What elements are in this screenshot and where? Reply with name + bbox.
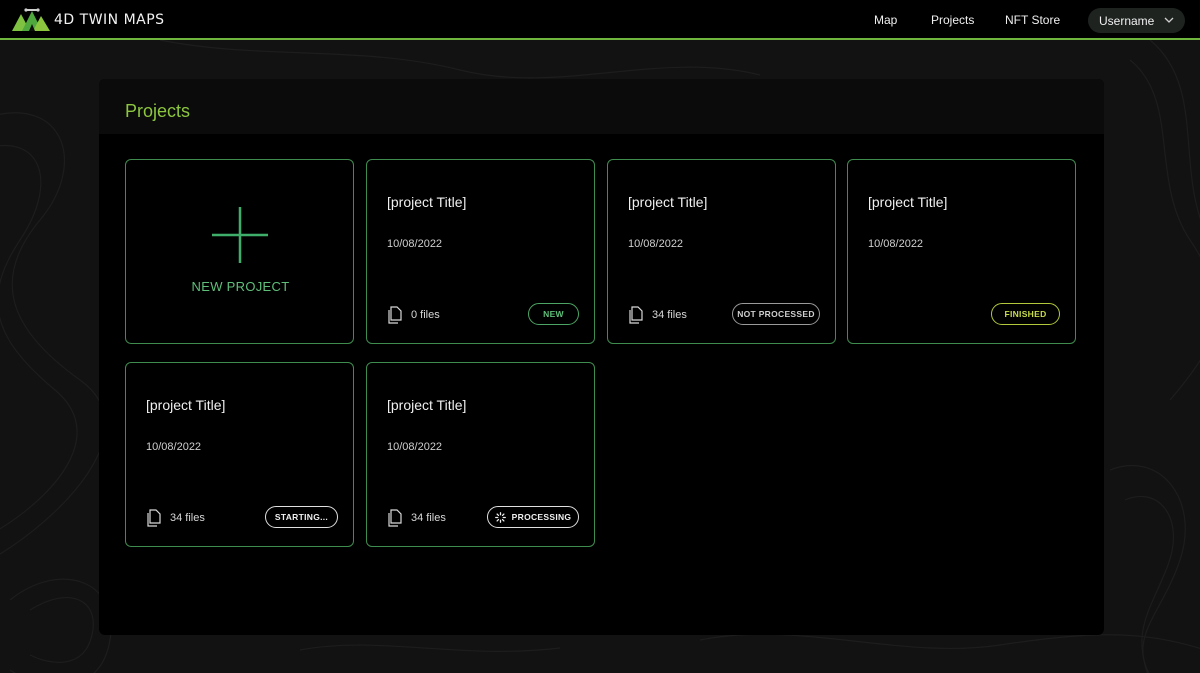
panel-header: Projects [99, 79, 1104, 134]
status-badge: NOT PROCESSED [732, 303, 820, 325]
file-count: 34 files [170, 512, 205, 524]
chevron-down-icon [1164, 17, 1174, 23]
project-title: [project Title] [387, 194, 467, 210]
username-label: Username [1099, 13, 1155, 28]
file-icon [388, 306, 402, 324]
nav-map[interactable]: Map [874, 0, 897, 40]
project-title: [project Title] [387, 397, 467, 413]
user-menu-button[interactable]: Username [1088, 8, 1185, 33]
file-icon [629, 306, 643, 324]
status-badge: FINISHED [991, 303, 1060, 325]
file-icon [388, 509, 402, 527]
nav-projects[interactable]: Projects [931, 0, 974, 40]
project-title: [project Title] [868, 194, 948, 210]
project-card[interactable]: [project Title] 10/08/2022 34 files NOT … [607, 159, 836, 344]
project-files: 34 files [628, 306, 687, 324]
project-date: 10/08/2022 [387, 238, 443, 250]
file-count: 0 files [411, 309, 440, 321]
project-title: [project Title] [146, 397, 226, 413]
project-files: 34 files [387, 509, 446, 527]
project-card[interactable]: [project Title] 10/08/2022 0 files NEW [366, 159, 595, 344]
file-count: 34 files [652, 309, 687, 321]
project-date: 10/08/2022 [387, 441, 443, 453]
new-project-label: NEW PROJECT [191, 279, 290, 294]
project-title: [project Title] [628, 194, 708, 210]
project-date: 10/08/2022 [146, 441, 202, 453]
page-title: Projects [125, 101, 191, 121]
nav-nft-store[interactable]: NFT Store [1005, 0, 1060, 40]
new-project-card[interactable]: NEW PROJECT [125, 159, 354, 344]
project-date: 10/08/2022 [628, 238, 684, 250]
project-date: 10/08/2022 [868, 238, 924, 250]
status-badge: STARTING... [265, 506, 338, 528]
project-card[interactable]: [project Title] 10/08/2022 34 files STAR… [125, 362, 354, 547]
top-navbar: 4D TWIN MAPS Map Projects NFT Store User… [0, 0, 1200, 40]
plus-icon [212, 207, 268, 263]
spinner-icon [494, 511, 506, 523]
mountain-drone-logo-icon [12, 8, 50, 31]
project-card[interactable]: [project Title] 10/08/2022 34 files PROC… [366, 362, 595, 547]
brand-logo[interactable]: 4D TWIN MAPS [12, 8, 165, 32]
status-badge: PROCESSING [487, 506, 579, 528]
file-count: 34 files [411, 512, 446, 524]
status-text: PROCESSING [511, 512, 572, 522]
projects-panel: Projects NEW PROJECT [project Title] 10/… [99, 79, 1104, 635]
project-files: 0 files [387, 306, 440, 324]
project-files: 34 files [146, 509, 205, 527]
status-badge: NEW [528, 303, 579, 325]
file-icon [147, 509, 161, 527]
project-card[interactable]: [project Title] 10/08/2022 FINISHED [847, 159, 1076, 344]
brand-name: 4D TWIN MAPS [54, 12, 165, 28]
